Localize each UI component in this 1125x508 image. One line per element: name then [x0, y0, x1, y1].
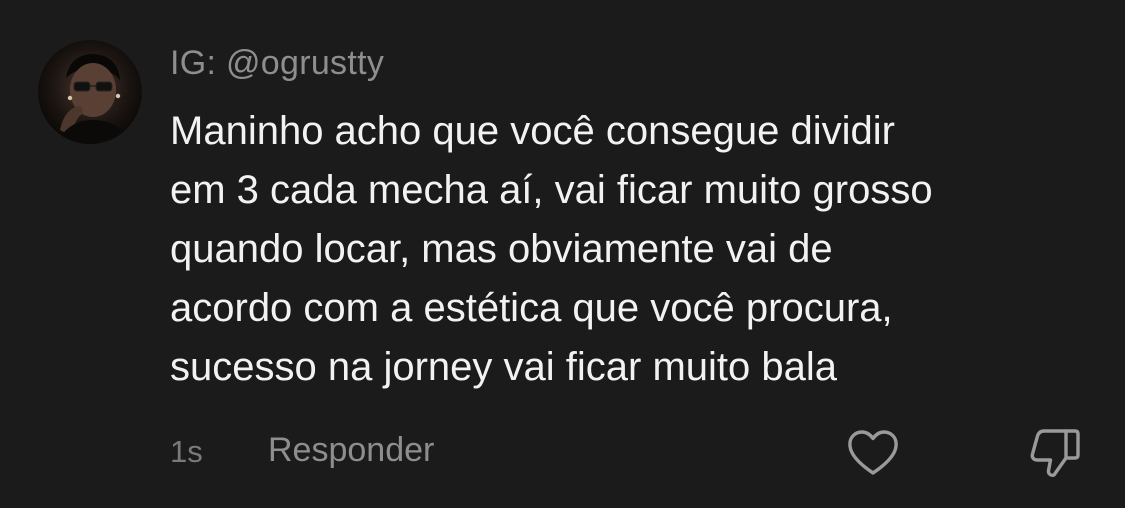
- username[interactable]: IG: @ogrustty: [170, 40, 384, 86]
- timestamp: 1s: [170, 434, 203, 469]
- comment-text: Maninho acho que você consegue dividir e…: [170, 102, 1090, 397]
- avatar[interactable]: [38, 40, 142, 144]
- reply-button[interactable]: Responder: [268, 428, 434, 472]
- comment-text-line: sucesso na jorney vai ficar muito bala: [170, 345, 837, 389]
- avatar-image: [38, 40, 142, 144]
- thumbs-down-icon-graphic: [1030, 429, 1080, 477]
- comment: IG: @ogrustty Maninho acho que você cons…: [0, 0, 1125, 508]
- thumbs-down-icon[interactable]: [1028, 426, 1082, 480]
- comment-text-line: quando locar, mas obviamente vai de: [170, 227, 833, 271]
- heart-icon[interactable]: [846, 428, 900, 478]
- comment-text-line: em 3 cada mecha aí, vai ficar muito gros…: [170, 168, 933, 212]
- heart-icon-graphic: [848, 430, 898, 475]
- comment-text-line: acordo com a estética que você procura,: [170, 286, 893, 330]
- comment-text-line: Maninho acho que você consegue dividir: [170, 109, 895, 153]
